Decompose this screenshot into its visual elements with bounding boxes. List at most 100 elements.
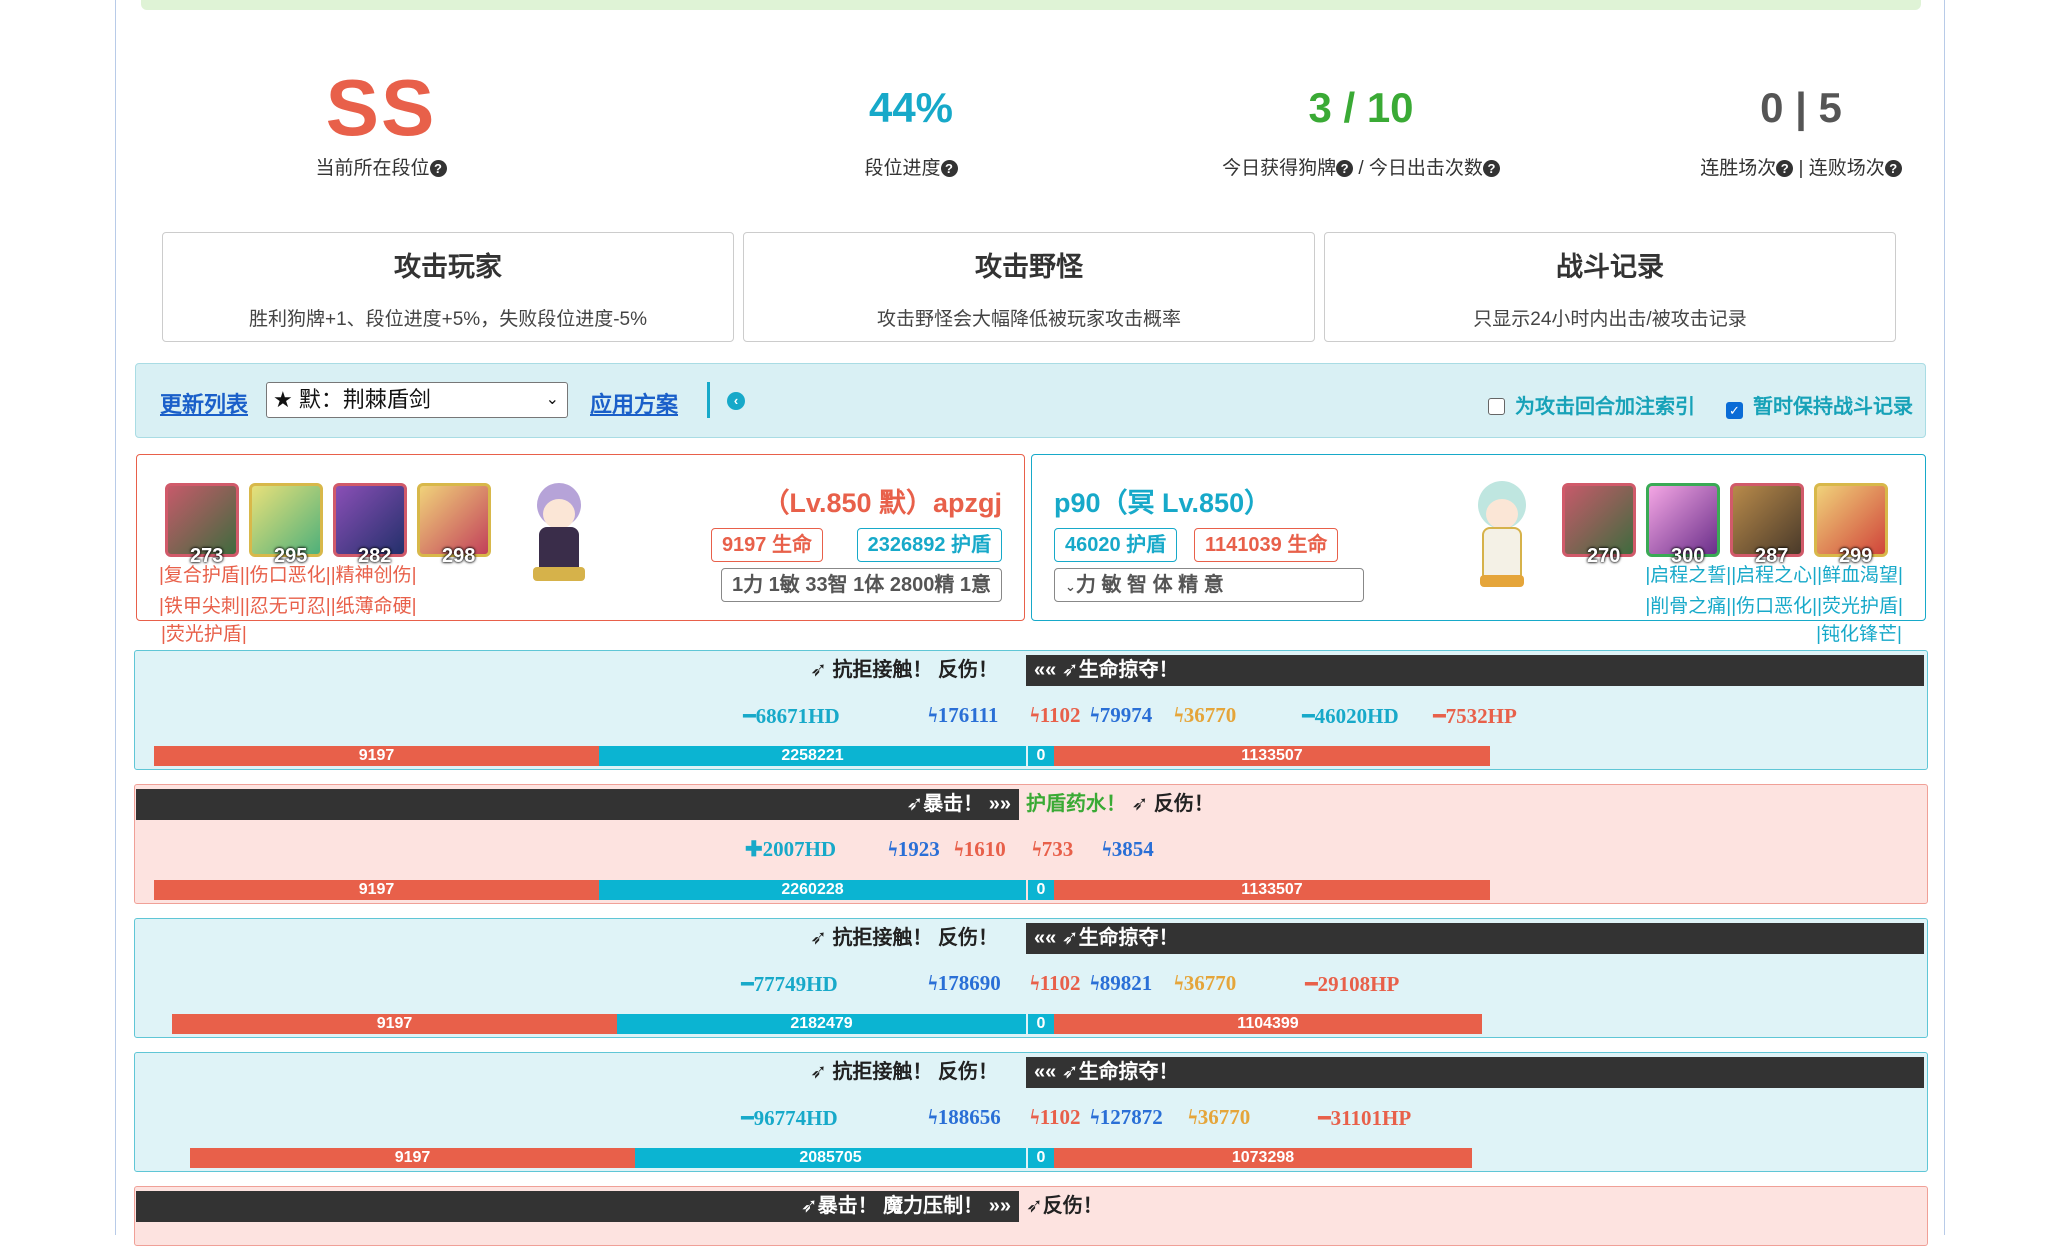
enemy-hp-bar: 1104399 — [1054, 1014, 1482, 1034]
hp-damage: ━31101HP — [1318, 1106, 1412, 1130]
attacks-label: / 今日出击次数 — [1353, 158, 1483, 179]
help-icon[interactable]: ? — [429, 160, 447, 177]
damage-value: ϟ36770 — [1174, 703, 1237, 727]
damage-value: ϟ127872 — [1090, 1105, 1163, 1129]
card-title: 战斗记录 — [1556, 252, 1664, 282]
player-shield-bar: 2258221 — [599, 746, 1026, 766]
armor-icon[interactable]: 282 — [333, 483, 407, 567]
armor-icon[interactable]: 287 — [1730, 483, 1804, 567]
progress-stat: 44% 段位进度? — [701, 70, 1121, 180]
player-hp-badge: 9197 生命 — [710, 528, 823, 562]
keep-log-label: 暂时保持战斗记录 — [1753, 396, 1913, 418]
enemy-tag-line-3: |钝化锋芒| — [1816, 624, 1902, 645]
damage-value: ϟ188656 — [928, 1105, 1001, 1129]
damage-value: ϟ1610 — [954, 837, 1006, 861]
enemy-shield-bar: 0 — [1028, 880, 1054, 900]
plan-select-value: ★ 默：荆棘盾剑 — [273, 387, 431, 412]
battle-log-card[interactable]: 战斗记录 只显示24小时内出击/被攻击记录 — [1324, 232, 1896, 342]
player-shield-bar: 2260228 — [599, 880, 1026, 900]
damage-value: ϟ1102 — [1030, 703, 1081, 727]
rank-value: SS — [325, 63, 437, 152]
round-index-label: 为攻击回合加注索引 — [1515, 396, 1695, 418]
player-tag-line-3: |荧光护盾| — [161, 624, 247, 645]
damage-value: ϟ36770 — [1174, 971, 1237, 995]
tag-line: |复合护盾||伤口恶化||精神创伤| — [159, 565, 417, 586]
tags-stat: 3 / 10 今日获得狗牌? / 今日出击次数? — [1151, 70, 1571, 180]
damage-value: ϟ1102 — [1030, 1105, 1081, 1129]
battle-round-5: ➶暴击！ 魔力压制！ »» ➶反伤！ — [134, 1186, 1928, 1246]
card-title: 攻击玩家 — [394, 252, 502, 282]
progress-value: 44% — [868, 84, 954, 131]
player-hp-bar: 9197 — [154, 746, 599, 766]
card-desc: 胜利狗牌+1、段位进度+5%，失败段位进度-5% — [248, 309, 647, 330]
player-action: ➶暴击！ 魔力压制！ »» — [136, 1191, 1019, 1222]
tag-line: |启程之誓||启程之心||鲜血渴望| — [1645, 565, 1903, 586]
keep-log-checkbox[interactable]: ✓ 暂时保持战斗记录 — [1726, 390, 1913, 419]
divider — [707, 382, 710, 418]
enemy-action: «« ➶生命掠夺！ — [1026, 655, 1924, 686]
collapse-icon[interactable]: ‹ — [727, 392, 745, 410]
damage-value: ϟ178690 — [928, 971, 1001, 995]
damage-value: ϟ176111 — [928, 703, 999, 727]
ring-icon[interactable]: 295 — [249, 483, 323, 567]
ring-icon[interactable]: 300 — [1646, 483, 1720, 567]
damage-value: ϟ1102 — [1030, 971, 1081, 995]
help-icon[interactable]: ? — [1482, 160, 1500, 177]
enemy-hp-bar: 1133507 — [1054, 746, 1490, 766]
accessory-icon[interactable]: 299 — [1814, 483, 1888, 567]
enemy-shield-bar: 0 — [1028, 1014, 1054, 1034]
enemy-tags: |启程之誓||启程之心||鲜血渴望| |削骨之痛||伤口恶化||荧光护盾| — [1645, 560, 1903, 622]
player-hp-bar: 9197 — [172, 1014, 617, 1034]
battle-round-2: ➶暴击！ »» 护盾药水！ ➶ 反伤！ ✚2007HD ϟ1923 ϟ1610 … — [134, 784, 1928, 904]
refresh-list-link[interactable]: 更新列表 — [160, 387, 248, 419]
damage-value: ϟ79974 — [1090, 703, 1153, 727]
page-container: SS 当前所在段位? 44% 段位进度? 3 / 10 今日获得狗牌? / 今日… — [115, 0, 1945, 1246]
player-avatar — [519, 477, 599, 595]
player-name: （Lv.850 默）apzgj — [762, 488, 1002, 518]
player-action: ➶ 抗拒接触！ 反伤！ — [810, 927, 998, 949]
damage-value: ϟ1923 — [888, 837, 940, 861]
help-icon[interactable]: ? — [1884, 160, 1902, 177]
shield-damage: ━68671HD — [743, 704, 840, 728]
weapon-icon[interactable]: 270 — [1562, 483, 1636, 567]
enemy-action: «« ➶生命掠夺！ — [1026, 1057, 1924, 1088]
help-icon[interactable]: ? — [940, 160, 958, 177]
plan-select[interactable]: ★ 默：荆棘盾剑 ⌄ — [266, 382, 568, 418]
damage-value: ϟ89821 — [1090, 971, 1153, 995]
card-title: 攻击野怪 — [975, 252, 1083, 282]
apply-plan-link[interactable]: 应用方案 — [590, 387, 678, 419]
checkbox-checked-icon[interactable]: ✓ — [1726, 402, 1743, 419]
help-icon[interactable]: ? — [1336, 160, 1354, 177]
enemy-action: 护盾药水！ ➶ 反伤！ — [1026, 793, 1214, 815]
lose-streak-label: | 连败场次 — [1793, 158, 1885, 179]
player-shield-bar: 2182479 — [617, 1014, 1026, 1034]
enemy-hp-bar: 1073298 — [1054, 1148, 1472, 1168]
battle-round-1: ➶ 抗拒接触！ 反伤！ «« ➶生命掠夺！ ━68671HD ϟ176111 ϟ… — [134, 650, 1928, 770]
player-shield-bar: 2085705 — [635, 1148, 1026, 1168]
player-action: ➶ 抗拒接触！ 反伤！ — [810, 659, 998, 681]
enemy-action: «« ➶生命掠夺！ — [1026, 923, 1924, 954]
attack-monster-card[interactable]: 攻击野怪 攻击野怪会大幅降低被玩家攻击概率 — [743, 232, 1315, 342]
enemy-shield-badge: 46020 护盾 — [1054, 528, 1178, 562]
shield-damage: ━96774HD — [741, 1106, 838, 1130]
player-hp-bar: 9197 — [154, 880, 599, 900]
streak-stat: 0 | 5 连胜场次? | 连败场次? — [1591, 70, 2011, 180]
checkbox-icon[interactable] — [1488, 398, 1505, 415]
player-action: ➶ 抗拒接触！ 反伤！ — [810, 1061, 998, 1083]
enemy-hp-bar: 1133507 — [1054, 880, 1490, 900]
accessory-icon[interactable]: 298 — [417, 483, 491, 567]
status-banner — [141, 0, 1921, 10]
rank-label: 当前所在段位 — [315, 158, 430, 179]
tag-line: |铁甲尖刺||忍无可忍||纸薄命硬| — [159, 596, 417, 617]
player-shield-badge: 2326892 护盾 — [856, 528, 1002, 562]
attack-player-card[interactable]: 攻击玩家 胜利狗牌+1、段位进度+5%，失败段位进度-5% — [162, 232, 734, 342]
round-index-checkbox[interactable]: 为攻击回合加注索引 — [1488, 390, 1695, 419]
battle-round-3: ➶ 抗拒接触！ 反伤！ «« ➶生命掠夺！ ━77749HD ϟ178690 ϟ… — [134, 918, 1928, 1038]
enemy-shield-bar: 0 — [1028, 1148, 1054, 1168]
help-icon[interactable]: ? — [1776, 160, 1794, 177]
streak-value: 0 | 5 — [1760, 84, 1842, 131]
damage-value: ϟ3854 — [1102, 837, 1154, 861]
shield-damage: ━77749HD — [741, 972, 838, 996]
chevron-down-icon: ⌄ — [545, 391, 559, 408]
weapon-icon[interactable]: 273 — [165, 483, 239, 567]
